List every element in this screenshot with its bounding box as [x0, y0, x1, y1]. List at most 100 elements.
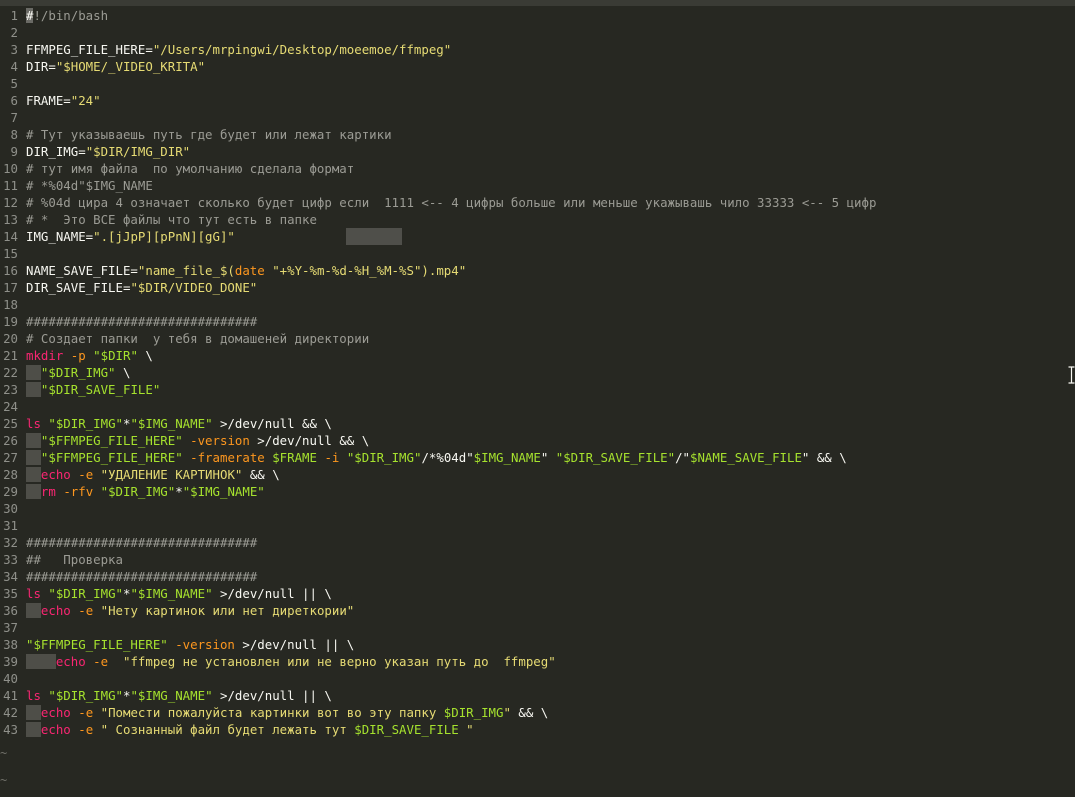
code-text[interactable]: echo -e " Сознанный файл будет лежать ту…	[26, 721, 474, 738]
line-number: 1	[10, 8, 18, 23]
code-text[interactable]: # * Это ВСЕ файлы что тут есть в папке	[26, 211, 317, 228]
code-line[interactable]: 24	[0, 398, 1075, 415]
code-token: >/dev/null || \	[234, 637, 355, 652]
code-text[interactable]: ls "$DIR_IMG"*"$IMG_NAME" >/dev/null || …	[26, 687, 332, 704]
code-token: -e	[78, 603, 94, 618]
code-line[interactable]: 17 DIR_SAVE_FILE="$DIR/VIDEO_DONE"	[0, 279, 1075, 296]
code-text[interactable]: ###############################	[26, 568, 257, 585]
code-line[interactable]: 30	[0, 500, 1075, 517]
code-text[interactable]: DIR_IMG="$DIR/IMG_DIR"	[26, 143, 190, 160]
code-token: "$FFMPEG_FILE_HERE"	[26, 637, 168, 652]
code-line[interactable]: 26 "$FFMPEG_FILE_HERE" -version >/dev/nu…	[0, 432, 1075, 449]
code-line[interactable]: 7	[0, 109, 1075, 126]
line-number: 8	[10, 127, 18, 142]
line-number: 3	[10, 42, 18, 57]
code-text[interactable]: "$FFMPEG_FILE_HERE" -framerate $FRAME -i…	[26, 449, 847, 466]
code-line[interactable]: 2	[0, 24, 1075, 41]
code-token: \	[137, 348, 153, 363]
code-text[interactable]: "$DIR_SAVE_FILE"	[26, 381, 160, 398]
code-text[interactable]: ## Проверка	[26, 551, 123, 568]
code-token	[26, 382, 41, 397]
code-line[interactable]: 37	[0, 619, 1075, 636]
code-token: "$DIR_IMG"	[100, 484, 176, 499]
code-line[interactable]: 28 echo -e "УДАЛЕНИЕ КАРТИНОК" && \	[0, 466, 1075, 483]
code-line[interactable]: 31	[0, 517, 1075, 534]
code-text[interactable]: "$DIR_IMG" \	[26, 364, 130, 381]
code-line[interactable]: 16 NAME_SAVE_FILE="name_file_$(date "+%Y-…	[0, 262, 1075, 279]
code-line[interactable]: 20 # Создает папки у тебя в домашеней дир…	[0, 330, 1075, 347]
code-line[interactable]: 3 FFMPEG_FILE_HERE="/Users/mrpingwi/Deskt…	[0, 41, 1075, 58]
code-line[interactable]: 4 DIR="$HOME/_VIDEO_KRITA"	[0, 58, 1075, 75]
code-text[interactable]: echo -e "Помести пожалуйста картинки вот…	[26, 704, 548, 721]
code-text[interactable]: echo -e "Нету картинок или нет диреткори…	[26, 602, 354, 619]
code-text[interactable]: IMG_NAME=".[jJpP][pPnN][gG]"	[26, 228, 235, 245]
code-line[interactable]: 36 echo -e "Нету картинок или нет диретк…	[0, 602, 1075, 619]
code-text[interactable]: # Создает папки у тебя в домашеней дирек…	[26, 330, 369, 347]
code-text[interactable]: ls "$DIR_IMG"*"$IMG_NAME" >/dev/null || …	[26, 585, 332, 602]
code-line[interactable]: 14 IMG_NAME=".[jJpP][pPnN][gG]"	[0, 228, 1075, 245]
code-line[interactable]: 12 # %04d цира 4 означает сколько будет ц…	[0, 194, 1075, 211]
code-token: "$IMG_NAME"	[182, 484, 265, 499]
code-line[interactable]: 33 ## Проверка	[0, 551, 1075, 568]
code-text[interactable]: "$FFMPEG_FILE_HERE" -version >/dev/null …	[26, 636, 354, 653]
code-line[interactable]: 25 ls "$DIR_IMG"*"$IMG_NAME" >/dev/null &…	[0, 415, 1075, 432]
code-text[interactable]: ###############################	[26, 534, 257, 551]
code-text[interactable]: ls "$DIR_IMG"*"$IMG_NAME" >/dev/null && …	[26, 415, 332, 432]
code-text[interactable]: # %04d цира 4 означает сколько будет циф…	[26, 194, 876, 211]
code-line[interactable]: 29 rm -rfv "$DIR_IMG"*"$IMG_NAME"	[0, 483, 1075, 500]
code-token: echo	[40, 722, 71, 737]
code-text[interactable]: FFMPEG_FILE_HERE="/Users/mrpingwi/Deskto…	[26, 41, 451, 58]
code-line[interactable]: 32 ###############################	[0, 534, 1075, 551]
code-line[interactable]: 19 ###############################	[0, 313, 1075, 330]
code-line[interactable]: 38 "$FFMPEG_FILE_HERE" -version >/dev/nul…	[0, 636, 1075, 653]
code-text[interactable]: echo -e "ffmpeg не установлен или не вер…	[26, 653, 556, 670]
code-line[interactable]: 10 # тут имя файла по умолчанию сделала ф…	[0, 160, 1075, 177]
code-line[interactable]: 11 # *%04d"$IMG_NAME	[0, 177, 1075, 194]
line-number: 28	[3, 467, 18, 482]
code-token	[26, 433, 41, 448]
code-token: !/bin/bash	[33, 8, 109, 23]
code-token: "name_file_$(	[137, 263, 235, 278]
code-token: "$IMG_NAME"	[130, 688, 213, 703]
code-line[interactable]: 41 ls "$DIR_IMG"*"$IMG_NAME" >/dev/null |…	[0, 687, 1075, 704]
code-text[interactable]: rm -rfv "$DIR_IMG"*"$IMG_NAME"	[26, 483, 265, 500]
code-text[interactable]: DIR="$HOME/_VIDEO_KRITA"	[26, 58, 205, 75]
code-line[interactable]: 18	[0, 296, 1075, 313]
code-line[interactable]: 23 "$DIR_SAVE_FILE"	[0, 381, 1075, 398]
code-text[interactable]: NAME_SAVE_FILE="name_file_$(date "+%Y-%m…	[26, 262, 466, 279]
code-line[interactable]: 35 ls "$DIR_IMG"*"$IMG_NAME" >/dev/null |…	[0, 585, 1075, 602]
code-text[interactable]: # тут имя файла по умолчанию сделала фор…	[26, 160, 354, 177]
code-line[interactable]: 1 #!/bin/bash	[0, 7, 1075, 24]
code-line[interactable]: 42 echo -e "Помести пожалуйста картинки …	[0, 704, 1075, 721]
code-text[interactable]: FRAME="24"	[26, 92, 101, 109]
line-number: 33	[3, 552, 18, 567]
code-line[interactable]: 22 "$DIR_IMG" \	[0, 364, 1075, 381]
code-text[interactable]: # *%04d"$IMG_NAME	[26, 177, 153, 194]
code-text[interactable]: "$FFMPEG_FILE_HERE" -version >/dev/null …	[26, 432, 369, 449]
code-line[interactable]: 5	[0, 75, 1075, 92]
code-line[interactable]: 34 ###############################	[0, 568, 1075, 585]
code-token: $FRAME	[272, 450, 317, 465]
code-line[interactable]: 13 # * Это ВСЕ файлы что тут есть в папке	[0, 211, 1075, 228]
code-line[interactable]: 40	[0, 670, 1075, 687]
code-line[interactable]: 21 mkdir -p "$DIR" \	[0, 347, 1075, 364]
line-number: 2	[10, 25, 18, 40]
code-line[interactable]: 15	[0, 245, 1075, 262]
code-text[interactable]: # Тут указываешь путь где будет или лежа…	[26, 126, 392, 143]
code-text[interactable]: echo -e "УДАЛЕНИЕ КАРТИНОК" && \	[26, 466, 280, 483]
line-number: 35	[3, 586, 18, 601]
code-editor[interactable]: 1 #!/bin/bash 2 3 FFMPEG_FILE_HERE="/Users/m…	[0, 7, 1075, 738]
code-line[interactable]: 43 echo -e " Сознанный файл будет лежать…	[0, 721, 1075, 738]
code-line[interactable]: 6 FRAME="24"	[0, 92, 1075, 109]
code-text[interactable]: mkdir -p "$DIR" \	[26, 347, 153, 364]
code-line[interactable]: 9 DIR_IMG="$DIR/IMG_DIR"	[0, 143, 1075, 160]
code-line[interactable]: 39 echo -e "ffmpeg не установлен или не …	[0, 653, 1075, 670]
code-token: -e	[93, 654, 109, 669]
code-text[interactable]: ###############################	[26, 313, 257, 330]
code-line[interactable]: 8 # Тут указываешь путь где будет или леж…	[0, 126, 1075, 143]
code-line[interactable]: 27 "$FFMPEG_FILE_HERE" -framerate $FRAME…	[0, 449, 1075, 466]
code-text[interactable]: #!/bin/bash	[26, 7, 108, 24]
code-token: $NAME_SAVE_FILE	[690, 450, 802, 465]
code-token: "$DIR/IMG_DIR"	[85, 144, 191, 159]
code-text[interactable]: DIR_SAVE_FILE="$DIR/VIDEO_DONE"	[26, 279, 257, 296]
